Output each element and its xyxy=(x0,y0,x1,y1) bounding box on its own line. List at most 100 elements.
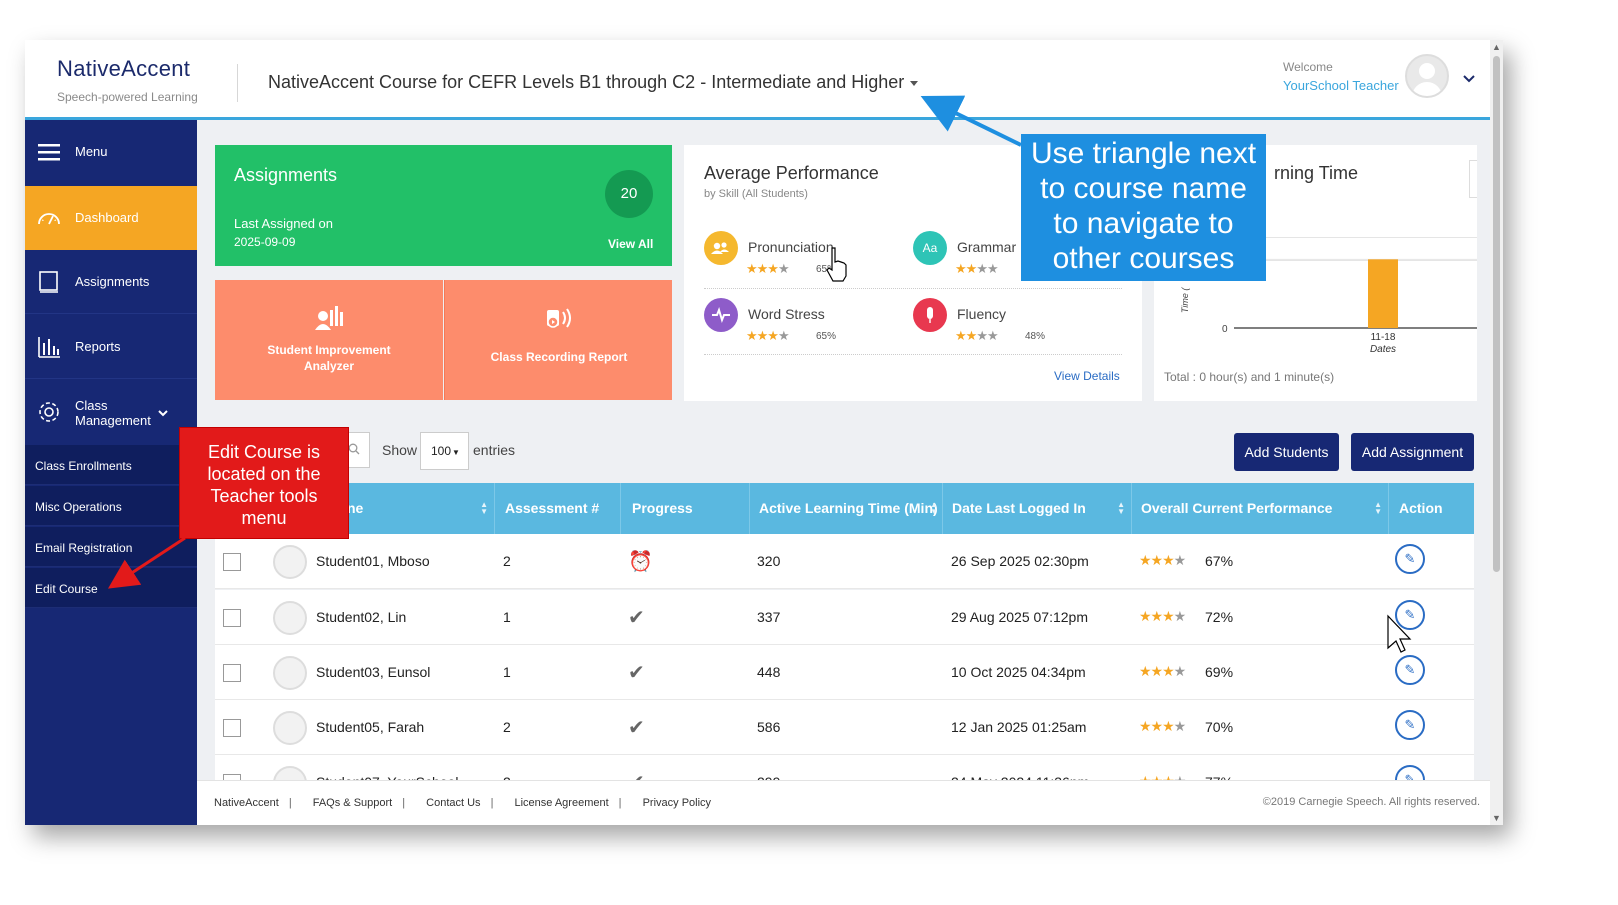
student-avatar xyxy=(273,656,307,690)
sidebar-subitem-class-enrollments[interactable]: Class Enrollments xyxy=(25,445,197,485)
edit-pencil-icon[interactable]: ✎ xyxy=(1395,710,1425,740)
footer-link-faqs[interactable]: FAQs & Support xyxy=(313,797,392,809)
vertical-scrollbar[interactable]: ▲ ▼ xyxy=(1490,40,1503,825)
sidebar-menu-toggle[interactable]: Menu xyxy=(25,120,197,184)
sidebar-item-reports[interactable]: Reports xyxy=(25,315,197,379)
subitem-label: Misc Operations xyxy=(35,500,122,514)
active-learning-time: 320 xyxy=(757,553,781,569)
header-label: ne xyxy=(347,500,364,516)
scroll-thumb[interactable] xyxy=(1493,56,1500,572)
assignments-count-badge: 20 xyxy=(605,170,653,218)
chevron-down-icon[interactable] xyxy=(1463,70,1475,86)
row-checkbox[interactable] xyxy=(223,719,241,737)
sort-icon: ▲ ▼ xyxy=(1374,500,1382,516)
course-selector[interactable]: NativeAccent Course for CEFR Levels B1 t… xyxy=(268,72,919,93)
sidebar-subitem-misc-operations[interactable]: Misc Operations xyxy=(25,486,197,526)
sort-icon: ▲ ▼ xyxy=(1117,500,1125,516)
footer-link-privacy[interactable]: Privacy Policy xyxy=(643,797,711,809)
footer-link-contact[interactable]: Contact Us xyxy=(426,797,480,809)
student-name[interactable]: Student05, Farah xyxy=(316,719,424,735)
student-name[interactable]: Student02, Lin xyxy=(316,609,406,625)
column-header-assessment[interactable]: Assessment # xyxy=(495,483,621,534)
callout-line: Teacher tools xyxy=(210,486,318,506)
learning-time-range-select[interactable] xyxy=(1469,160,1477,198)
class-recording-report-tile[interactable]: Class Recording Report xyxy=(444,280,672,400)
caret-down-icon[interactable] xyxy=(910,80,919,86)
column-header-active-learning-time[interactable]: Active Learning Time (Min) ▲ ▼ xyxy=(750,483,943,534)
assignments-card[interactable]: Assignments 20 Last Assigned on 2025-09-… xyxy=(215,145,672,266)
header-label: Action xyxy=(1399,500,1443,516)
header-label: Date Last Logged In xyxy=(952,500,1086,516)
student-avatar xyxy=(273,711,307,745)
sort-icon: ▲ ▼ xyxy=(930,500,938,516)
checkmark-icon: ✔ xyxy=(628,717,645,739)
divider xyxy=(704,354,1122,355)
column-header-date-last-logged-in[interactable]: Date Last Logged In ▲ ▼ xyxy=(943,483,1132,534)
sidebar-item-assignments[interactable]: Assignments xyxy=(25,250,197,314)
sidebar-subitem-edit-course[interactable]: Edit Course xyxy=(25,568,197,608)
table-row[interactable]: Student01, Mboso 2 ⏰ 320 26 Sep 2025 02:30pm… xyxy=(215,534,1474,589)
tile-label: Class Recording Report xyxy=(490,350,628,364)
table-row[interactable]: Student02, Lin 1 ✔ 337 29 Aug 2025 07:12pm ★★… xyxy=(215,590,1474,645)
student-name[interactable]: Student03, Eunsol xyxy=(316,664,430,680)
entries-label: entries xyxy=(473,442,516,458)
learning-time-total: Total : 0 hour(s) and 1 minute(s) xyxy=(1164,370,1335,384)
footer-link-license[interactable]: License Agreement xyxy=(514,797,608,809)
scroll-down-arrow-icon[interactable]: ▼ xyxy=(1492,813,1501,823)
sidebar-item-label: Dashboard xyxy=(75,210,139,225)
skill-name: Grammar xyxy=(957,239,1017,255)
student-name[interactable]: Student01, Mboso xyxy=(316,553,430,569)
y-tick-label: 0 xyxy=(1222,324,1228,335)
last-assigned-label: Last Assigned on xyxy=(234,216,334,231)
pulse-icon xyxy=(704,298,738,332)
view-details-link[interactable]: View Details xyxy=(1054,369,1120,383)
star-rating: ★★★★ xyxy=(955,261,999,276)
brand[interactable]: NativeAccent Speech-powered Learning xyxy=(57,56,198,104)
column-header-progress[interactable]: Progress xyxy=(621,483,750,534)
star-rating: ★★★★ xyxy=(1139,608,1186,624)
header: NativeAccent Speech-powered Learning Nat… xyxy=(25,40,1490,120)
student-improvement-analyzer-tile[interactable]: Student Improvement Analyzer xyxy=(215,280,443,400)
performance-percent: 69% xyxy=(1205,664,1234,680)
edit-pencil-icon[interactable]: ✎ xyxy=(1395,544,1425,574)
date-last-logged-in: 29 Aug 2025 07:12pm xyxy=(951,609,1089,625)
students-table-section: Show 100▼ entries Add Students Add Assig… xyxy=(197,415,1490,785)
skill-pronunciation: Pronunciation ★★★★ 65% xyxy=(704,231,904,291)
performance-percent: 70% xyxy=(1205,719,1234,735)
edit-pencil-icon[interactable]: ✎ xyxy=(1395,655,1425,685)
welcome-label: Welcome xyxy=(1283,60,1333,74)
column-header-overall-performance[interactable]: Overall Current Performance ▲ ▼ xyxy=(1132,483,1389,534)
main-content: Assignments 20 Last Assigned on 2025-09-… xyxy=(197,120,1490,785)
row-checkbox[interactable] xyxy=(223,553,241,571)
sidebar-subitem-email-registration[interactable]: Email Registration xyxy=(25,527,197,567)
row-checkbox[interactable] xyxy=(223,609,241,627)
brand-tagline: Speech-powered Learning xyxy=(57,90,198,104)
scroll-up-arrow-icon[interactable]: ▲ xyxy=(1492,42,1501,52)
tile-label-line1: Student Improvement xyxy=(267,343,391,357)
last-assigned-date: 2025-09-09 xyxy=(234,235,296,249)
user-avatar[interactable] xyxy=(1405,54,1449,98)
table-row[interactable]: Student05, Farah 2 ✔ 586 12 Jan 2025 01:25am… xyxy=(215,700,1474,755)
student-avatar xyxy=(273,601,307,635)
entries-value: 100 xyxy=(431,444,452,458)
sidebar-item-class-management[interactable]: Class Management xyxy=(25,380,197,444)
assessment-count: 1 xyxy=(503,664,511,680)
gear-icon xyxy=(39,402,59,422)
view-all-link[interactable]: View All xyxy=(608,237,653,251)
row-checkbox[interactable] xyxy=(223,664,241,682)
add-students-button[interactable]: Add Students xyxy=(1234,433,1339,471)
footer-link-nativeaccent[interactable]: NativeAccent xyxy=(214,797,279,809)
checkmark-icon: ✔ xyxy=(628,607,645,629)
callout-line: other courses xyxy=(1052,242,1235,275)
sidebar-item-dashboard[interactable]: Dashboard xyxy=(25,186,197,250)
callout-line: Edit Course is xyxy=(207,442,321,462)
header-label: Overall Current Performance xyxy=(1141,500,1333,516)
user-name[interactable]: YourSchool Teacher xyxy=(1283,78,1399,93)
edit-pencil-icon[interactable]: ✎ xyxy=(1395,600,1425,630)
add-assignment-button[interactable]: Add Assignment xyxy=(1351,433,1474,471)
entries-per-page-select[interactable]: 100▼ xyxy=(420,432,469,470)
search-icon xyxy=(348,443,360,455)
active-learning-time: 448 xyxy=(757,664,781,680)
table-row[interactable]: Student03, Eunsol 1 ✔ 448 10 Oct 2025 04:34p… xyxy=(215,645,1474,700)
grammar-icon: Aa xyxy=(913,231,947,265)
